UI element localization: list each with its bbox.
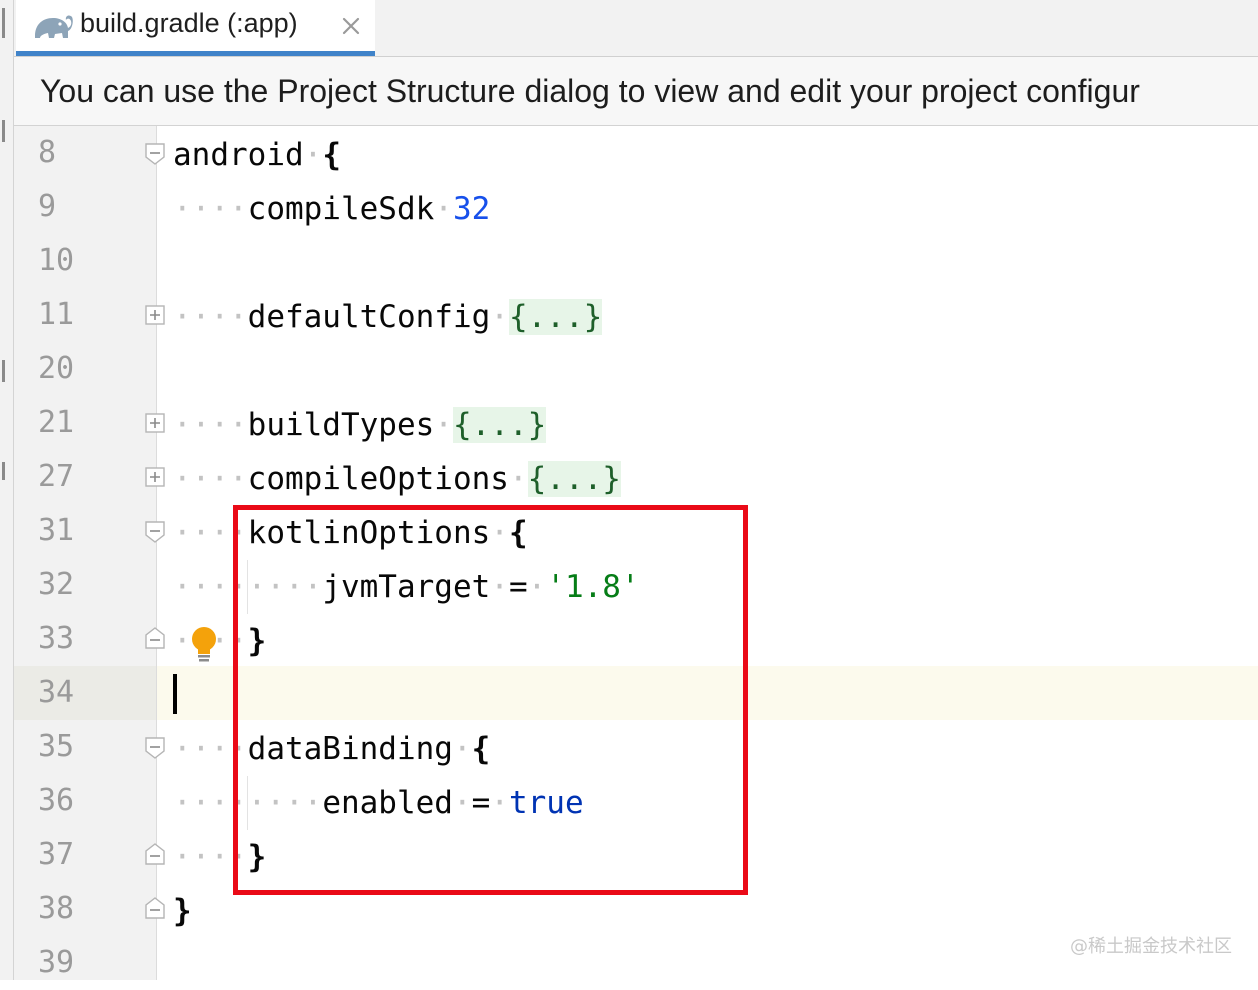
banner-text: You can use the Project Structure dialog… xyxy=(40,73,1140,109)
code-line-11[interactable]: ····defaultConfig·{...} xyxy=(173,290,603,344)
identifier: buildTypes xyxy=(247,407,435,443)
code-line-9[interactable]: ····compileSdk·32 xyxy=(173,182,490,236)
line-number: 20 xyxy=(38,351,75,386)
fold-collapse-icon[interactable] xyxy=(144,142,166,166)
line-number: 35 xyxy=(38,729,75,764)
gradle-elephant-icon xyxy=(35,15,73,38)
fold-expand-icon[interactable] xyxy=(144,466,166,490)
fold-expand-icon[interactable] xyxy=(144,304,166,328)
watermark: @稀土掘金技术社区 xyxy=(1070,936,1232,957)
fold-expand-icon[interactable] xyxy=(144,412,166,436)
line-number: 33 xyxy=(38,621,75,656)
line-number-gutter: 8 9 10 11 20 21 27 31 32 33 34 35 36 37 … xyxy=(14,126,165,980)
fold-end-icon[interactable] xyxy=(144,842,166,866)
line-number: 37 xyxy=(38,837,75,872)
strip-marker xyxy=(2,462,5,480)
fold-end-icon[interactable] xyxy=(144,896,166,920)
code-line-8[interactable]: android·{ xyxy=(173,128,341,182)
line-number: 34 xyxy=(38,675,75,710)
annotation-highlight-box xyxy=(233,505,748,895)
identifier: compileSdk xyxy=(247,191,435,227)
folded-region[interactable]: {...} xyxy=(508,299,603,335)
folded-region[interactable]: {...} xyxy=(452,407,547,443)
line-number: 11 xyxy=(38,297,75,332)
active-tab-indicator xyxy=(16,51,375,56)
line-number: 9 xyxy=(38,189,57,224)
close-brace: } xyxy=(173,893,192,929)
strip-marker xyxy=(2,360,5,382)
line-number: 27 xyxy=(38,459,75,494)
open-brace: { xyxy=(322,137,341,173)
fold-collapse-icon[interactable] xyxy=(144,736,166,760)
fold-end-icon[interactable] xyxy=(144,626,166,650)
line-number: 39 xyxy=(38,945,75,980)
fold-collapse-icon[interactable] xyxy=(144,520,166,544)
identifier: android xyxy=(173,137,304,173)
tab-build-gradle[interactable]: build.gradle (:app) xyxy=(16,0,375,56)
project-structure-banner: You can use the Project Structure dialog… xyxy=(14,57,1258,126)
line-number: 21 xyxy=(38,405,75,440)
code-line-38[interactable]: } xyxy=(173,884,192,938)
code-line-27[interactable]: ····compileOptions·{...} xyxy=(173,452,621,506)
tab-title: build.gradle (:app) xyxy=(80,8,298,38)
code-line-21[interactable]: ····buildTypes·{...} xyxy=(173,398,547,452)
identifier: defaultConfig xyxy=(247,299,491,335)
line-number: 8 xyxy=(38,135,57,170)
strip-marker xyxy=(2,120,5,142)
line-number: 36 xyxy=(38,783,75,818)
number-literal: 32 xyxy=(452,191,491,227)
folded-region[interactable]: {...} xyxy=(527,461,621,497)
left-tool-strip xyxy=(0,0,14,980)
line-number: 32 xyxy=(38,567,75,602)
close-icon[interactable] xyxy=(340,15,362,37)
editor-tab-bar: build.gradle (:app) xyxy=(14,0,1258,57)
lightbulb-icon[interactable] xyxy=(189,626,219,664)
text-caret xyxy=(173,674,177,714)
identifier: compileOptions xyxy=(247,461,509,497)
line-number: 31 xyxy=(38,513,75,548)
line-number: 38 xyxy=(38,891,75,926)
line-number: 10 xyxy=(38,243,75,278)
strip-marker xyxy=(2,8,5,38)
